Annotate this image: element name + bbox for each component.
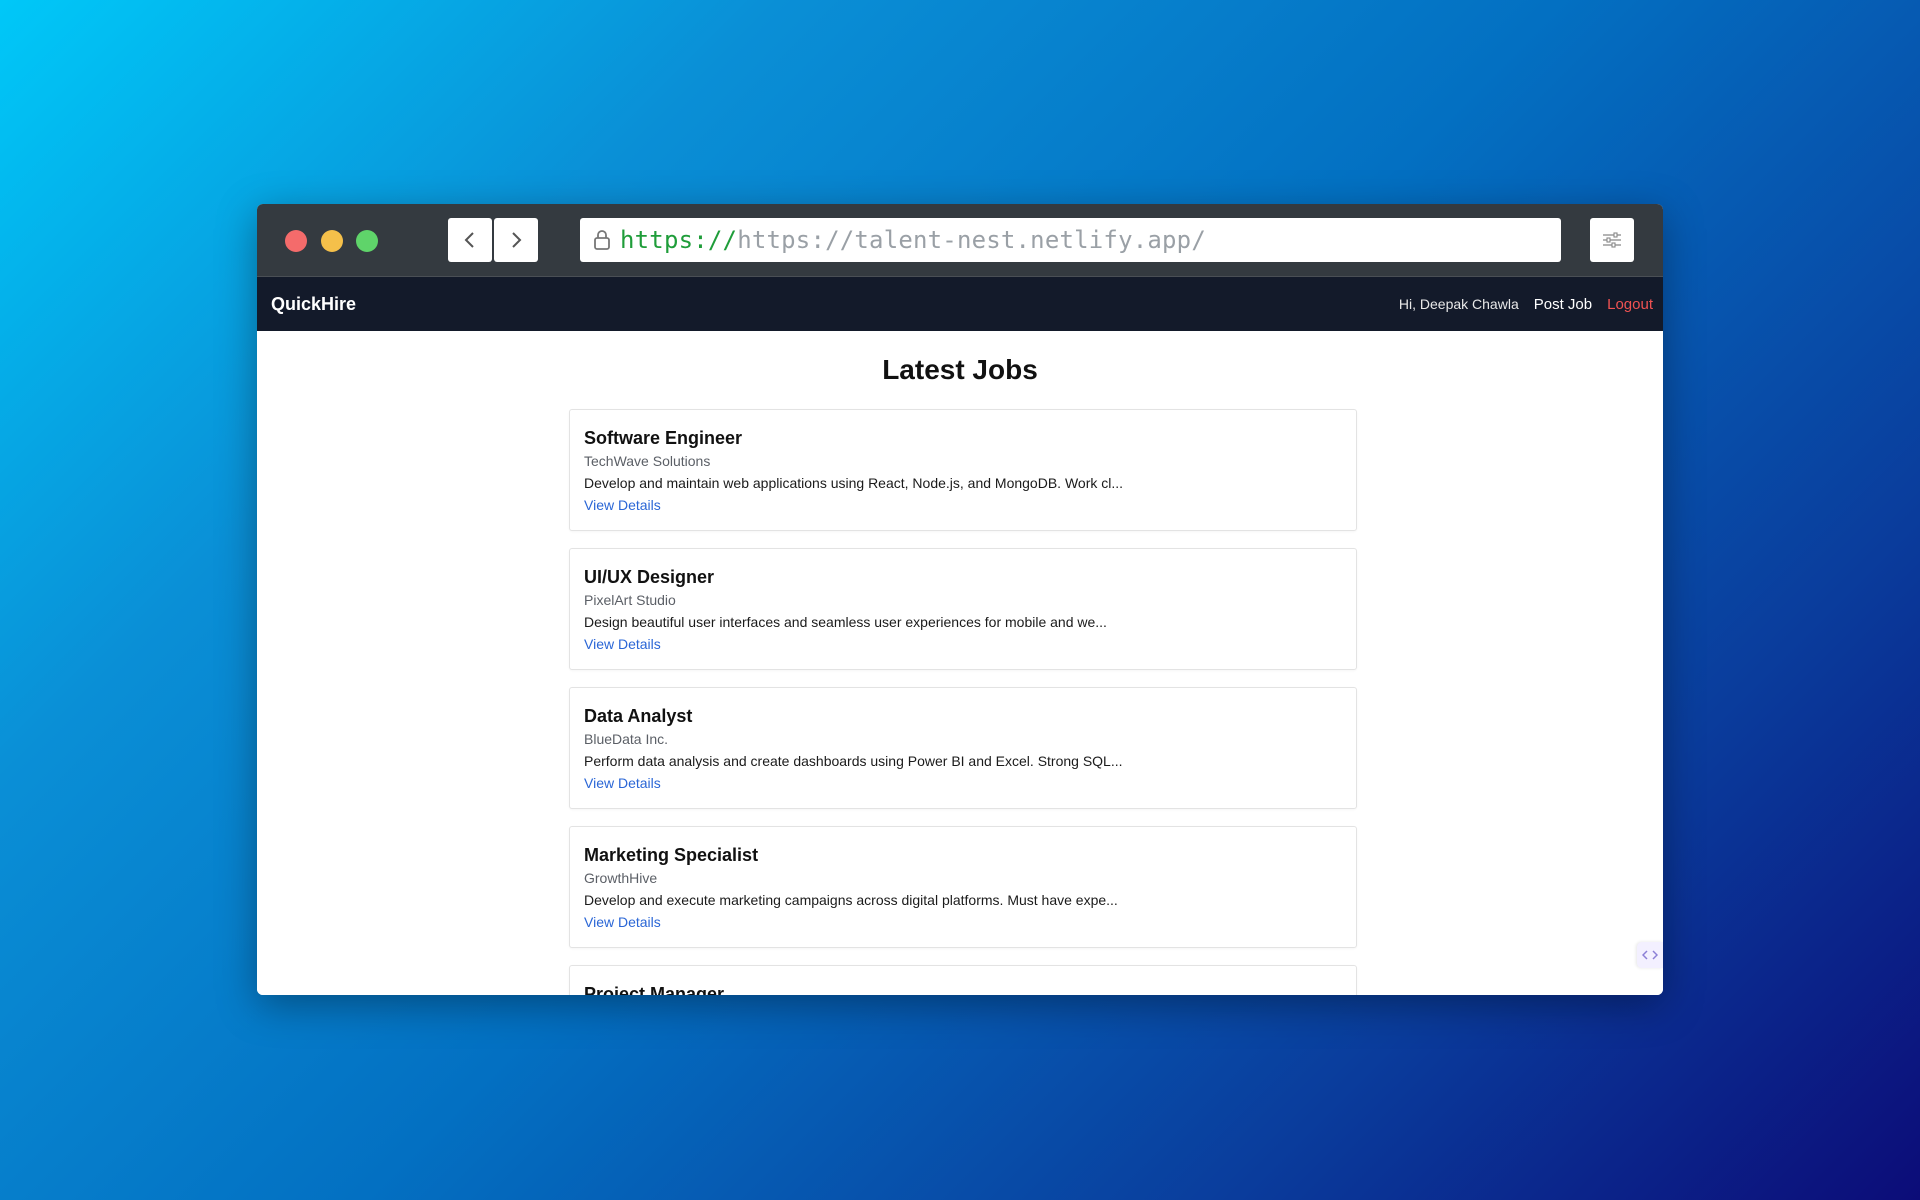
job-title: Data Analyst (584, 706, 693, 726)
browser-window: https://https://talent-nest.netlify.app/… (257, 204, 1663, 995)
chevron-left-icon (464, 232, 474, 248)
maximize-window-button[interactable] (356, 230, 378, 252)
job-title: Software Engineer (584, 428, 743, 448)
address-url: https://https://talent-nest.netlify.app/ (620, 226, 1206, 254)
job-description: Develop and maintain web applications us… (584, 475, 1124, 491)
job-company: TechWave Solutions (584, 453, 711, 469)
address-bar[interactable]: https://https://talent-nest.netlify.app/ (580, 218, 1561, 262)
settings-button[interactable] (1590, 218, 1634, 262)
job-description: Design beautiful user interfaces and sea… (584, 614, 1107, 630)
back-button[interactable] (448, 218, 492, 262)
job-description: Perform data analysis and create dashboa… (584, 753, 1123, 769)
job-card: Software Engineer TechWave Solutions Dev… (569, 409, 1357, 531)
sliders-icon (1603, 232, 1621, 248)
lock-icon (590, 228, 614, 252)
code-widget-icon[interactable] (1637, 942, 1663, 968)
user-greeting: Hi, Deepak Chawla (1398, 296, 1519, 312)
page-title: Latest Jobs (882, 354, 1038, 385)
job-card: Data Analyst BlueData Inc. Perform data … (569, 687, 1357, 809)
job-title: Project Manager (584, 984, 725, 995)
browser-toolbar: https://https://talent-nest.netlify.app/ (257, 204, 1663, 277)
job-list: Software Engineer TechWave Solutions Dev… (569, 409, 1357, 995)
view-details-link[interactable]: View Details (584, 913, 661, 931)
view-details-link[interactable]: View Details (584, 774, 661, 792)
navbar-right: Hi, Deepak Chawla Post Job Logout (1399, 296, 1653, 313)
job-card: Marketing Specialist GrowthHive Develop … (569, 826, 1357, 948)
forward-button[interactable] (494, 218, 538, 262)
chevron-right-icon (512, 232, 522, 248)
view-details-link[interactable]: View Details (584, 635, 661, 653)
post-job-link[interactable]: Post Job (1534, 296, 1592, 313)
job-card: Project Manager (569, 965, 1357, 995)
main-content: Latest Jobs Software Engineer TechWave S… (257, 331, 1663, 995)
url-text: https://talent-nest.netlify.app/ (737, 226, 1206, 254)
job-company: GrowthHive (584, 870, 658, 886)
close-window-button[interactable] (285, 230, 307, 252)
url-scheme: https:// (620, 226, 738, 254)
job-company: BlueData Inc. (584, 731, 669, 747)
job-card: UI/UX Designer PixelArt Studio Design be… (569, 548, 1357, 670)
minimize-window-button[interactable] (321, 230, 343, 252)
job-description: Develop and execute marketing campaigns … (584, 892, 1118, 908)
job-title: Marketing Specialist (584, 845, 759, 865)
view-details-link[interactable]: View Details (584, 496, 661, 514)
app-navbar: QuickHire Hi, Deepak Chawla Post Job Log… (257, 277, 1663, 331)
logout-link[interactable]: Logout (1607, 296, 1653, 313)
brand-logo[interactable]: QuickHire (271, 294, 356, 315)
job-company: PixelArt Studio (584, 592, 676, 608)
job-title: UI/UX Designer (584, 567, 715, 587)
